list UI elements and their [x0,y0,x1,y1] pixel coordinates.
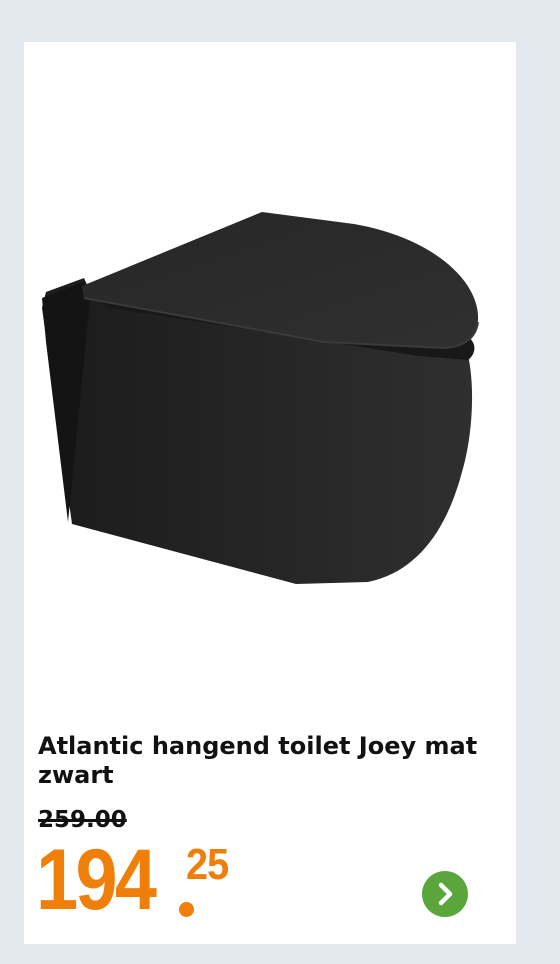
product-title[interactable]: Atlantic hangend toilet Joey mat zwart [38,732,498,790]
price-dot [179,902,194,917]
product-card[interactable]: Atlantic hangend toilet Joey mat zwart 2… [24,42,516,944]
price-main: 194 [36,832,157,928]
sale-price: 194 25 [36,830,229,940]
price-cents: 25 [186,840,229,889]
chevron-right-icon [438,882,453,906]
next-button[interactable] [422,871,468,917]
product-image[interactable] [24,42,516,682]
